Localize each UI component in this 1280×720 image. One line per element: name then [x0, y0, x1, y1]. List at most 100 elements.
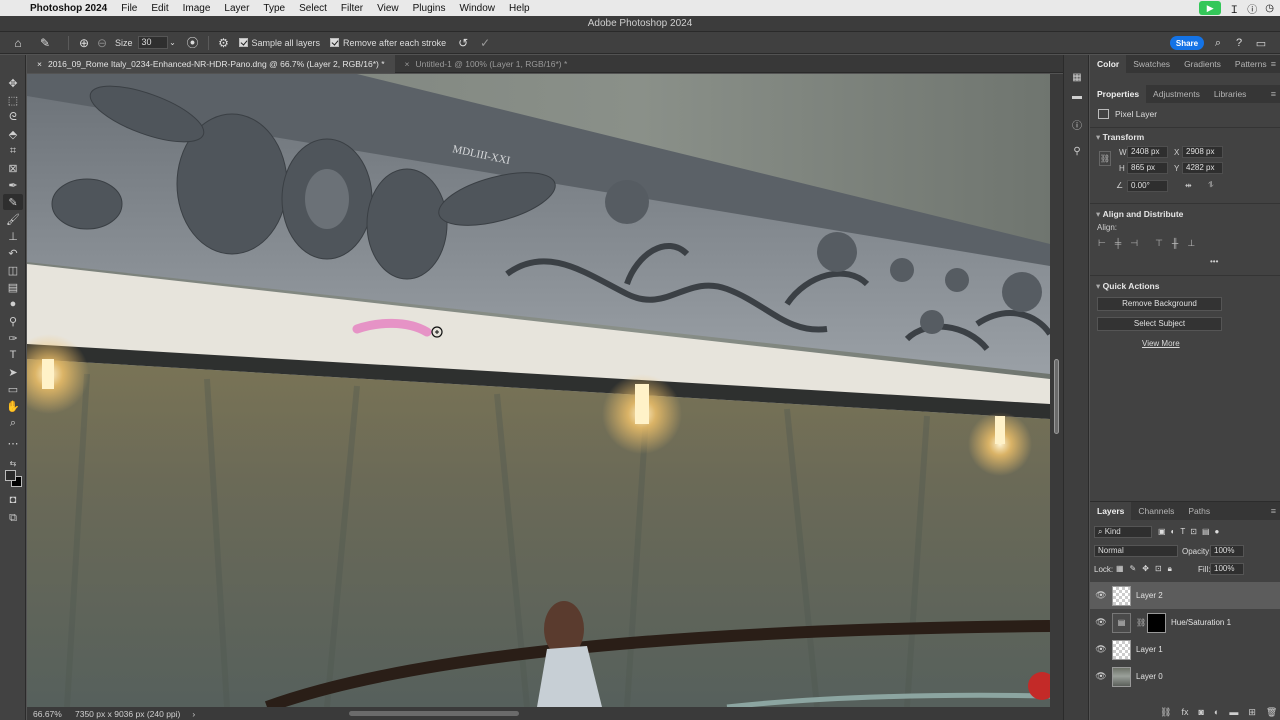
- angle-field[interactable]: 0.00°: [1127, 180, 1168, 192]
- tab-document-rome[interactable]: × 2016_09_Rome Italy_0234-Enhanced-NR-HDR…: [27, 55, 395, 73]
- search-icon[interactable]: ⌕: [1210, 35, 1226, 51]
- menu-type[interactable]: Type: [263, 3, 285, 14]
- eyedropper-tool-icon[interactable]: ✒: [3, 177, 23, 193]
- subtract-mode-icon[interactable]: ⊖: [93, 34, 111, 52]
- close-icon[interactable]: ×: [405, 59, 410, 69]
- link-layers-icon[interactable]: ⛓: [1160, 707, 1171, 718]
- layer-row[interactable]: 👁︎ ▤ ⛓ Hue/Saturation 1: [1090, 609, 1280, 636]
- more-options-icon[interactable]: •••: [1210, 257, 1218, 266]
- workspace-icon[interactable]: ▭: [1253, 35, 1269, 51]
- menu-image[interactable]: Image: [183, 3, 211, 14]
- eraser-tool-icon[interactable]: ◫: [3, 262, 23, 278]
- gear-icon[interactable]: ⚙: [215, 34, 233, 52]
- remove-background-button[interactable]: Remove Background: [1097, 297, 1222, 311]
- more-tools-icon[interactable]: ⋯: [3, 435, 23, 451]
- layer-name[interactable]: Layer 2: [1136, 591, 1163, 600]
- tab-document-untitled[interactable]: × Untitled-1 @ 100% (Layer 1, RGB/16*) *: [395, 55, 578, 73]
- menu-file[interactable]: File: [121, 3, 137, 14]
- menu-help[interactable]: Help: [509, 3, 530, 14]
- tab-paths[interactable]: Paths: [1181, 502, 1217, 520]
- clock-icon[interactable]: ◷: [1265, 3, 1274, 14]
- fx-icon[interactable]: fx: [1181, 707, 1188, 718]
- pen-tool-icon[interactable]: ✑: [3, 330, 23, 346]
- object-select-tool-icon[interactable]: ⬘: [3, 126, 23, 142]
- align-middle-icon[interactable]: ╫: [1172, 238, 1178, 249]
- menu-filter[interactable]: Filter: [341, 3, 363, 14]
- tab-libraries[interactable]: Libraries: [1207, 85, 1254, 103]
- blur-tool-icon[interactable]: ●: [3, 296, 23, 312]
- new-layer-icon[interactable]: ⊞: [1248, 707, 1256, 718]
- quick-actions-header[interactable]: Quick Actions: [1096, 281, 1160, 292]
- document-canvas[interactable]: MDLIII-XXI: [27, 74, 1050, 707]
- menu-window[interactable]: Window: [459, 3, 495, 14]
- remove-tool-icon[interactable]: ✎: [3, 194, 23, 210]
- history-brush-icon[interactable]: ↶: [3, 245, 23, 261]
- share-button[interactable]: Share: [1170, 36, 1204, 50]
- zoom-tool-icon[interactable]: ⌕: [3, 415, 23, 431]
- select-subject-button[interactable]: Select Subject: [1097, 317, 1222, 331]
- info-panel-icon[interactable]: ⓘ: [1069, 116, 1085, 132]
- opacity-field[interactable]: 100%: [1210, 545, 1244, 557]
- zoom-level[interactable]: 66.67%: [27, 709, 62, 719]
- filter-icons[interactable]: ▣◐T⊡▤●: [1158, 527, 1224, 536]
- add-mask-icon[interactable]: ◙: [1198, 707, 1203, 718]
- blend-mode-dropdown[interactable]: Normal: [1094, 545, 1178, 557]
- panel-menu-icon[interactable]: ≡: [1271, 85, 1276, 103]
- pressure-icon[interactable]: ⦿: [184, 34, 202, 52]
- menu-edit[interactable]: Edit: [151, 3, 168, 14]
- size-input[interactable]: 30: [137, 36, 168, 49]
- info-icon[interactable]: ⓘ: [1247, 1, 1257, 16]
- vertical-scrollbar[interactable]: [1050, 74, 1063, 707]
- adjustment-layer-icon[interactable]: ◐: [1214, 707, 1219, 718]
- layer-row[interactable]: 👁︎ Layer 1: [1090, 636, 1280, 663]
- x-field[interactable]: 2908 px: [1182, 146, 1223, 158]
- tab-color[interactable]: Color: [1090, 55, 1127, 73]
- menu-view[interactable]: View: [377, 3, 399, 14]
- swap-colors-icon[interactable]: ⇆: [3, 455, 23, 471]
- hand-tool-icon[interactable]: ✋: [3, 398, 23, 414]
- help-icon[interactable]: ?: [1231, 35, 1247, 51]
- lasso-tool-icon[interactable]: ᘓ: [3, 109, 23, 125]
- close-icon[interactable]: ×: [37, 59, 42, 69]
- menu-select[interactable]: Select: [299, 3, 327, 14]
- text-cursor-icon[interactable]: Ｉ: [1229, 1, 1239, 16]
- transform-section-header[interactable]: Transform: [1096, 132, 1145, 143]
- layer-row[interactable]: 👁︎ Layer 0: [1090, 663, 1280, 690]
- history-panel-icon[interactable]: ▦: [1069, 69, 1085, 85]
- quick-mask-icon[interactable]: ◘: [3, 492, 23, 508]
- dodge-tool-icon[interactable]: ⚲: [3, 313, 23, 329]
- type-tool-icon[interactable]: T: [3, 347, 23, 363]
- align-section-header[interactable]: Align and Distribute: [1096, 209, 1184, 220]
- gradient-tool-icon[interactable]: ▤: [3, 279, 23, 295]
- scroll-thumb[interactable]: [1054, 359, 1059, 434]
- tab-swatches[interactable]: Swatches: [1126, 55, 1177, 73]
- eye-icon[interactable]: 👁︎: [1090, 590, 1112, 601]
- app-menu[interactable]: Photoshop 2024: [30, 3, 107, 14]
- eye-icon[interactable]: 👁︎: [1090, 671, 1112, 682]
- layer-name[interactable]: Layer 1: [1136, 645, 1163, 654]
- horizontal-scroll-thumb[interactable]: [349, 711, 519, 716]
- brush-tool-icon[interactable]: 🖌︎: [3, 211, 23, 227]
- remove-tool-icon[interactable]: ✎: [36, 34, 54, 52]
- height-field[interactable]: 865 px: [1127, 162, 1168, 174]
- fill-field[interactable]: 100%: [1210, 563, 1244, 575]
- layer-name[interactable]: Layer 0: [1136, 672, 1163, 681]
- mask-thumbnail[interactable]: [1147, 612, 1166, 633]
- tab-channels[interactable]: Channels: [1131, 502, 1181, 520]
- align-top-icon[interactable]: ⊤: [1155, 238, 1163, 249]
- tab-properties[interactable]: Properties: [1090, 85, 1147, 103]
- remove-after-stroke-checkbox[interactable]: [330, 38, 340, 47]
- link-dimensions-icon[interactable]: ⛓: [1099, 151, 1111, 166]
- menu-layer[interactable]: Layer: [224, 3, 249, 14]
- size-dropdown-icon[interactable]: ⌄: [168, 34, 178, 52]
- tab-gradients[interactable]: Gradients: [1177, 55, 1228, 73]
- layer-row[interactable]: 👁︎ Layer 2: [1090, 582, 1280, 609]
- undo-icon[interactable]: ↺: [454, 34, 472, 52]
- lock-icons[interactable]: ▦✎✥⊡🔒︎: [1116, 564, 1178, 574]
- filter-kind-dropdown[interactable]: ⌕ Kind: [1094, 526, 1152, 538]
- flip-vertical-icon[interactable]: ⥮: [1208, 180, 1214, 190]
- align-left-icon[interactable]: ⊢: [1098, 238, 1106, 249]
- properties-panel-icon[interactable]: ⚲: [1069, 143, 1085, 159]
- commit-check-icon[interactable]: ✓: [476, 34, 494, 52]
- width-field[interactable]: 2408 px: [1127, 146, 1168, 158]
